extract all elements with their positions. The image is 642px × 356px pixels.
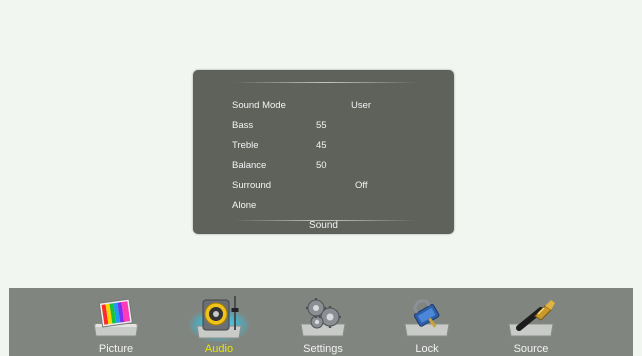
lock-icon	[401, 294, 453, 345]
menu-row-surround[interactable]: Surround Off	[193, 176, 454, 196]
nav-item-picture[interactable]: Picture	[76, 288, 156, 356]
speaker-icon	[193, 294, 245, 347]
menu-row-balance[interactable]: Balance 50	[193, 156, 454, 176]
nav-label-settings: Settings	[303, 343, 343, 355]
bottom-nav-bar: Picture Audio Settings Lock Source	[9, 288, 633, 356]
nav-item-audio[interactable]: Audio	[179, 288, 259, 356]
menu-row-treble[interactable]: Treble 45	[193, 136, 454, 156]
menu-label-sound-mode: Sound Mode	[232, 100, 286, 111]
nav-label-lock: Lock	[415, 343, 439, 355]
menu-label-balance: Balance	[232, 160, 267, 171]
menu-value-surround: Off	[355, 180, 368, 191]
nav-label-picture: Picture	[98, 343, 134, 355]
nav-item-source[interactable]: Source	[491, 288, 571, 356]
menu-label-alone: Alone	[232, 200, 257, 211]
menu-row-bass[interactable]: Bass 55	[193, 116, 454, 136]
dialog-title: Sound	[309, 220, 338, 231]
menu-value-sound-mode: User	[351, 100, 372, 111]
menu-row-alone[interactable]: Alone	[193, 196, 454, 216]
picture-icon	[90, 294, 142, 345]
dialog-top-divider	[233, 82, 418, 83]
nav-item-settings[interactable]: Settings	[283, 288, 363, 356]
menu-value-balance: 50	[316, 160, 327, 171]
menu-label-treble: Treble	[232, 140, 259, 151]
menu-value-bass: 55	[316, 120, 327, 131]
gears-icon	[297, 294, 349, 345]
menu-label-bass: Bass	[232, 120, 254, 131]
nav-item-lock[interactable]: Lock	[387, 288, 467, 356]
menu-row-sound-mode[interactable]: Sound Mode User	[193, 96, 454, 116]
nav-label-audio: Audio	[204, 343, 234, 355]
menu-label-surround: Surround	[232, 180, 272, 191]
menu-value-treble: 45	[316, 140, 327, 151]
sound-dialog: Sound Mode User Bass 55 Treble 45 Balanc…	[193, 70, 454, 234]
nav-label-source: Source	[513, 343, 549, 355]
hdmi-cable-icon	[505, 294, 557, 345]
